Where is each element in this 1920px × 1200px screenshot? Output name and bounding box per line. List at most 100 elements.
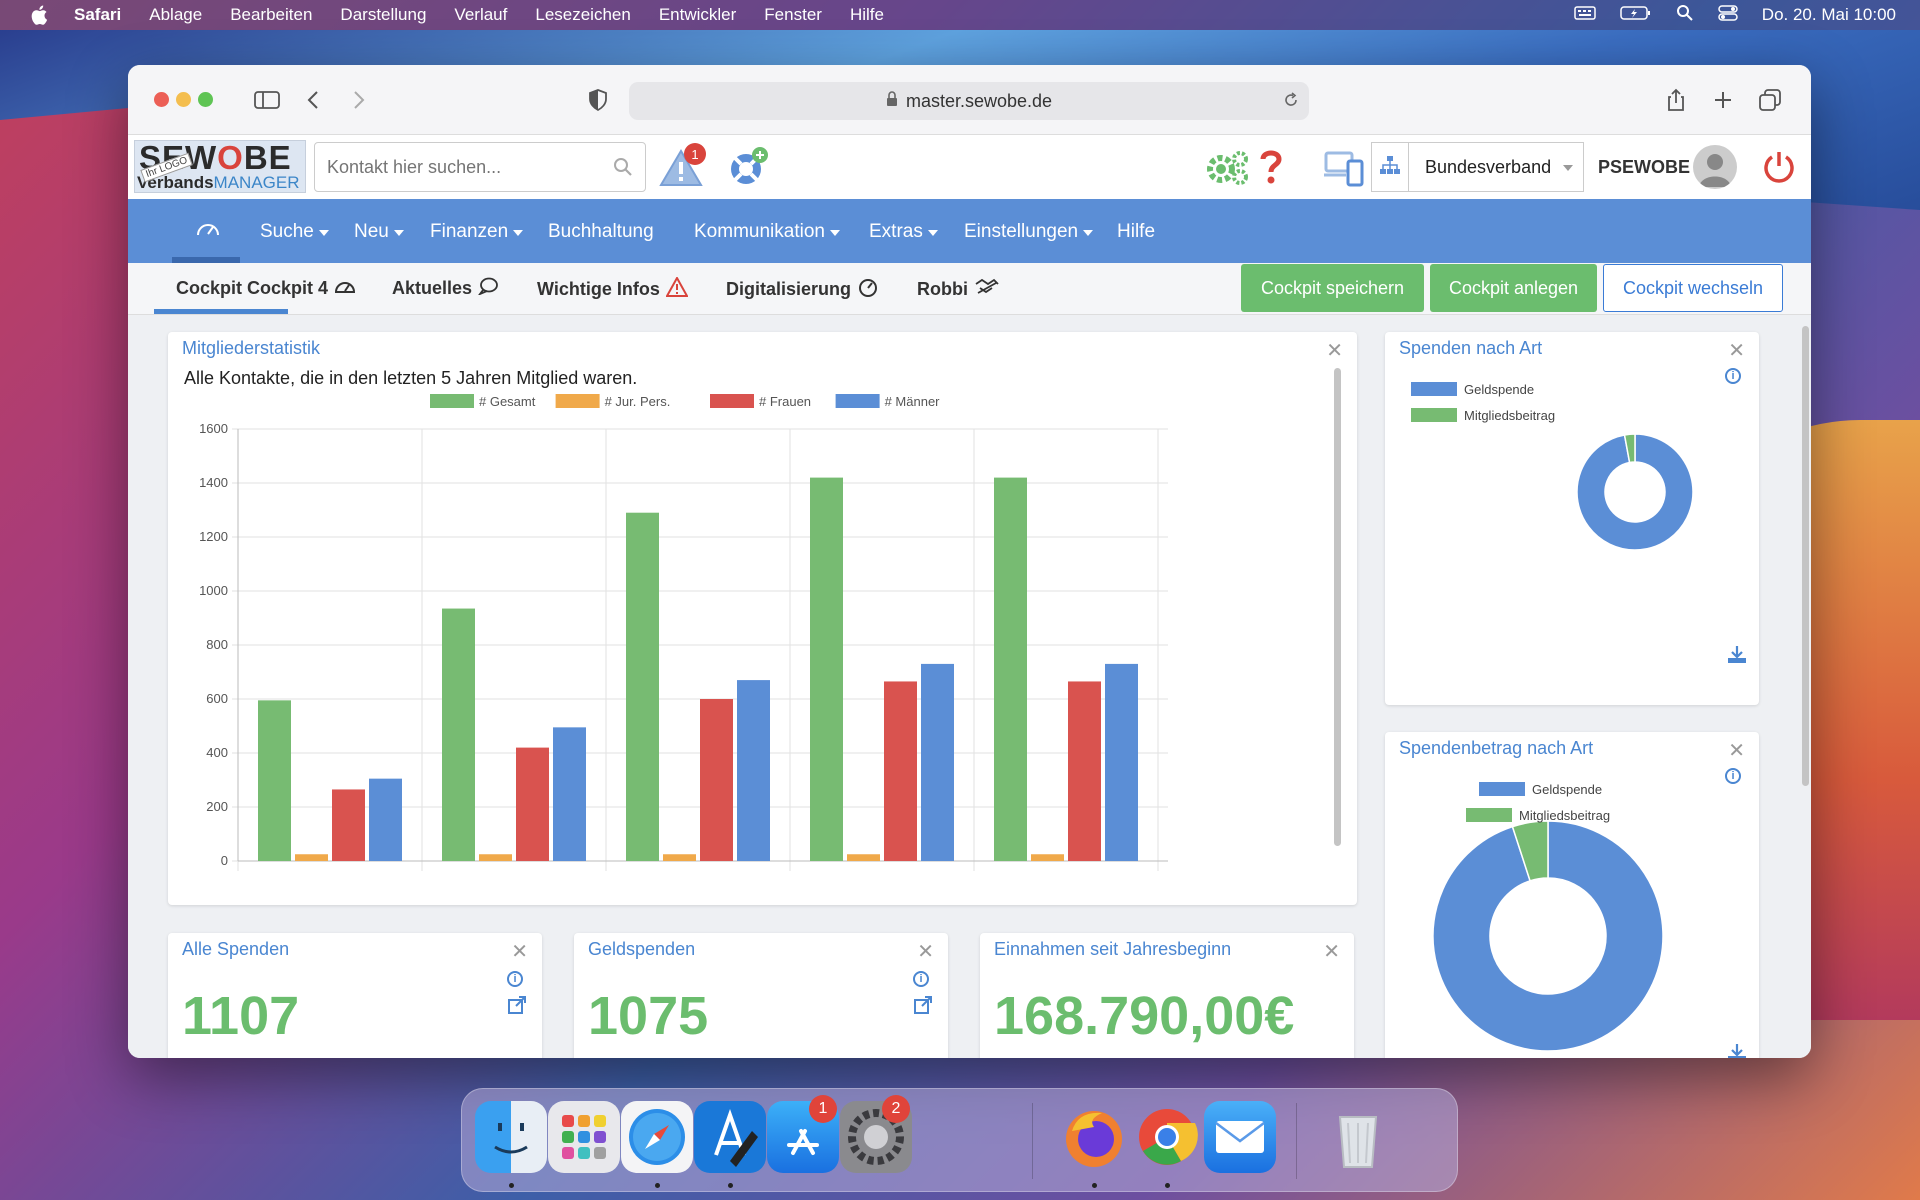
external-link-icon[interactable] (913, 995, 933, 1020)
browser-window: master.sewobe.de SEWOBE VerbandsMANAGER … (128, 65, 1811, 1058)
info-icon[interactable]: i (913, 971, 929, 987)
legend-swatch (1479, 782, 1525, 796)
close-icon[interactable]: ✕ (1728, 338, 1745, 363)
legend-label: Geldspende (1532, 782, 1602, 797)
stat-value: 1075 (588, 986, 709, 1046)
nav-neu[interactable]: Neu (354, 221, 404, 243)
sewobe-logo[interactable]: SEWOBE VerbandsMANAGER Ihr LOGO (134, 139, 306, 193)
legend-label: Geldspende (1464, 382, 1534, 397)
cockpit-create-button[interactable]: Cockpit anlegen (1430, 264, 1597, 312)
user-name[interactable]: PSEWOBE (1598, 157, 1690, 178)
cockpit-save-button[interactable]: Cockpit speichern (1241, 264, 1424, 312)
bar (847, 854, 880, 861)
close-icon[interactable]: ✕ (1323, 939, 1340, 964)
comment-icon (477, 277, 498, 300)
nav-hilfe[interactable]: Hilfe (1117, 221, 1155, 243)
cockpit-switch-button[interactable]: Cockpit wechseln (1603, 264, 1783, 312)
close-icon[interactable]: ✕ (917, 939, 934, 964)
help-question-icon[interactable] (1256, 147, 1286, 187)
nav-suche[interactable]: Suche (260, 221, 329, 243)
organization-select[interactable]: Bundesverband (1408, 142, 1584, 192)
menu-darstellung[interactable]: Darstellung (340, 5, 426, 25)
apple-menu-icon[interactable] (30, 5, 48, 25)
tab-overview-icon[interactable] (1755, 85, 1785, 115)
trash-icon[interactable] (1322, 1101, 1394, 1173)
search-icon[interactable] (613, 157, 633, 182)
info-icon[interactable]: i (507, 971, 523, 987)
mail-icon[interactable] (1204, 1101, 1276, 1173)
nav-finanzen[interactable]: Finanzen (430, 221, 524, 243)
share-icon[interactable] (1661, 85, 1691, 115)
page-scrollbar[interactable] (1802, 326, 1809, 786)
handshake-icon (974, 277, 1000, 302)
battery-icon[interactable] (1620, 5, 1652, 26)
menu-app-name[interactable]: Safari (74, 5, 121, 25)
settings-gears-icon[interactable] (1206, 147, 1250, 187)
spotlight-icon[interactable] (1676, 4, 1694, 27)
download-icon[interactable] (1727, 1042, 1747, 1058)
menu-verlauf[interactable]: Verlauf (454, 5, 507, 25)
nav-einstellungen[interactable]: Einstellungen (964, 221, 1094, 243)
widget-scrollbar[interactable] (1334, 368, 1341, 846)
legend-swatch (1466, 808, 1512, 822)
tab-cockpit-4[interactable]: Cockpit Cockpit 4 (176, 277, 356, 300)
support-lifebuoy-icon[interactable] (726, 145, 770, 189)
macos-dock: 1 2 (461, 1088, 1458, 1192)
legend-swatch (555, 394, 600, 408)
tab-aktuelles[interactable]: Aktuelles (392, 277, 498, 300)
user-avatar[interactable] (1693, 145, 1737, 189)
privacy-shield-icon[interactable] (583, 85, 613, 115)
finder-icon[interactable] (475, 1101, 547, 1173)
safari-icon[interactable] (621, 1101, 693, 1173)
address-bar[interactable]: master.sewobe.de (629, 82, 1309, 120)
bar (369, 778, 402, 861)
chrome-icon[interactable] (1131, 1101, 1203, 1173)
nav-buchhaltung[interactable]: Buchhaltung (548, 221, 654, 243)
running-indicator (509, 1183, 514, 1188)
menu-bearbeiten[interactable]: Bearbeiten (230, 5, 312, 25)
bar (1105, 663, 1138, 861)
tab-robbi[interactable]: Robbi (917, 277, 1000, 302)
close-icon[interactable]: ✕ (1728, 738, 1745, 763)
bar (1031, 854, 1064, 861)
firefox-icon[interactable] (1058, 1101, 1130, 1173)
download-icon[interactable] (1727, 644, 1747, 669)
system-preferences-badge: 2 (882, 1095, 910, 1123)
nav-extras[interactable]: Extras (869, 221, 938, 243)
reload-icon[interactable] (1283, 92, 1299, 113)
clock[interactable]: Do. 20. Mai 10:00 (1762, 5, 1896, 25)
widget-einnahmen: Einnahmen seit Jahresbeginn ✕ 168.790,00… (980, 933, 1354, 1058)
back-icon[interactable] (298, 85, 328, 115)
org-tree-button[interactable] (1371, 142, 1409, 192)
close-icon[interactable]: ✕ (1326, 338, 1343, 363)
new-tab-icon[interactable] (1708, 85, 1738, 115)
close-icon[interactable]: ✕ (511, 939, 528, 964)
minimize-window-button[interactable] (176, 92, 191, 107)
close-window-button[interactable] (154, 92, 169, 107)
external-link-icon[interactable] (507, 995, 527, 1020)
menu-ablage[interactable]: Ablage (149, 5, 202, 25)
legend-swatch (835, 394, 880, 408)
devices-icon[interactable] (1324, 149, 1364, 187)
menu-lesezeichen[interactable]: Lesezeichen (535, 5, 630, 25)
dashboard-home-icon[interactable] (196, 218, 220, 238)
contact-search[interactable] (314, 142, 646, 192)
chevron-down-icon (1083, 230, 1094, 236)
tab-digitalisierung[interactable]: Digitalisierung (726, 277, 879, 302)
menu-fenster[interactable]: Fenster (764, 5, 822, 25)
stat-value: 168.790,00€ (994, 986, 1295, 1046)
zoom-window-button[interactable] (198, 92, 213, 107)
tab-wichtige-infos[interactable]: Wichtige Infos (537, 275, 689, 302)
keyboard-icon[interactable] (1574, 5, 1596, 26)
logout-power-icon[interactable] (1761, 149, 1797, 185)
control-center-icon[interactable] (1718, 4, 1738, 27)
launchpad-icon[interactable] (548, 1101, 620, 1173)
contact-search-input[interactable] (327, 156, 607, 178)
alert-icon[interactable]: 1 (658, 143, 706, 191)
menu-entwickler[interactable]: Entwickler (659, 5, 736, 25)
sidebar-toggle-icon[interactable] (252, 85, 282, 115)
xcode-icon[interactable] (694, 1101, 766, 1173)
nav-kommunikation[interactable]: Kommunikation (694, 221, 840, 243)
forward-icon[interactable] (344, 85, 374, 115)
menu-hilfe[interactable]: Hilfe (850, 5, 884, 25)
